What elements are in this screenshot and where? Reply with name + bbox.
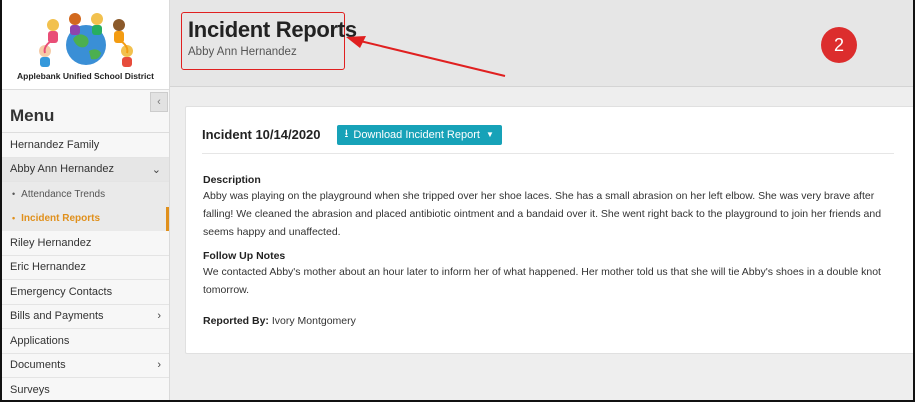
- reported-by-label: Reported By:: [203, 315, 269, 327]
- sidebar-item-label: Bills and Payments: [10, 310, 104, 323]
- menu-list: Hernandez Family Abby Ann Hernandez ⌄ • A…: [2, 132, 169, 400]
- menu-title: Menu: [10, 106, 55, 125]
- reported-by-name: Ivory Montgomery: [271, 315, 356, 327]
- sidebar-item-abby-ann-hernandez[interactable]: Abby Ann Hernandez ⌄: [2, 157, 169, 182]
- sidebar-item-label: Abby Ann Hernandez: [10, 163, 114, 176]
- sidebar-item-label: Documents: [10, 359, 66, 372]
- description-text: Abby was playing on the playground when …: [203, 190, 882, 238]
- sidebar: Applebank Unified School District ‹ Menu…: [2, 0, 170, 400]
- sidebar-item-documents[interactable]: Documents ›: [2, 354, 169, 378]
- sidebar-item-label: Applications: [10, 334, 70, 347]
- incident-title: Incident 10/14/2020: [202, 127, 321, 142]
- sidebar-collapse-button[interactable]: ‹: [150, 92, 168, 112]
- page-subtitle: Abby Ann Hernandez: [188, 46, 297, 58]
- chevron-down-icon: ⌄: [151, 163, 161, 176]
- sidebar-item-riley-hernandez[interactable]: Riley Hernandez: [2, 231, 169, 256]
- follow-up-section: Follow Up Notes We contacted Abby's moth…: [203, 249, 894, 299]
- bullet-icon: •: [12, 213, 16, 224]
- sidebar-item-incident-reports[interactable]: • Incident Reports: [2, 206, 169, 231]
- download-incident-report-button[interactable]: ⭳ Download Incident Report ▼: [336, 124, 502, 145]
- follow-up-text: We contacted Abby's mother about an hour…: [203, 266, 881, 296]
- sidebar-item-applications[interactable]: Applications: [2, 329, 169, 354]
- page-title: Incident Reports: [188, 17, 357, 42]
- sidebar-item-label: Hernandez Family: [10, 138, 100, 151]
- sidebar-item-attendance-trends[interactable]: • Attendance Trends: [2, 182, 169, 207]
- caret-down-icon: ▼: [485, 130, 494, 139]
- sidebar-item-label: Riley Hernandez: [10, 236, 92, 249]
- app-screen: Applebank Unified School District ‹ Menu…: [0, 0, 915, 402]
- chevron-right-icon: ›: [157, 359, 161, 372]
- chevron-right-icon: ›: [157, 310, 161, 323]
- description-label: Description: [203, 174, 261, 186]
- reported-by-section: Reported By: Ivory Montgomery: [203, 312, 894, 330]
- follow-up-label: Follow Up Notes: [203, 250, 286, 262]
- sidebar-item-hernandez-family[interactable]: Hernandez Family: [2, 133, 169, 158]
- sidebar-item-label: Incident Reports: [21, 213, 101, 225]
- sidebar-item-label: Surveys: [10, 383, 50, 396]
- incident-card: Incident 10/14/2020 ⭳ Download Incident …: [185, 106, 913, 354]
- sidebar-item-surveys[interactable]: Surveys: [2, 378, 169, 400]
- district-logo-art: [38, 13, 133, 67]
- sidebar-item-eric-hernandez[interactable]: Eric Hernandez: [2, 256, 169, 280]
- bullet-icon: •: [12, 188, 16, 199]
- sidebar-item-label: Emergency Contacts: [10, 285, 113, 298]
- district-name: Applebank Unified School District: [17, 71, 154, 81]
- sidebar-item-label: Eric Hernandez: [10, 261, 86, 274]
- step-number-badge: 2: [821, 27, 857, 63]
- description-section: Description Abby was playing on the play…: [203, 173, 894, 241]
- download-button-label: Download Incident Report: [353, 128, 480, 141]
- sidebar-item-emergency-contacts[interactable]: Emergency Contacts: [2, 280, 169, 305]
- district-logo[interactable]: Applebank Unified School District: [2, 0, 169, 90]
- incident-card-header: Incident 10/14/2020 ⭳ Download Incident …: [202, 124, 894, 154]
- page-title-highlight: Incident Reports Abby Ann Hernandez: [181, 12, 357, 70]
- download-icon: ⭳: [344, 128, 349, 140]
- sidebar-item-label: Attendance Trends: [21, 188, 106, 200]
- page-header: Incident Reports Abby Ann Hernandez 2: [170, 0, 913, 87]
- sidebar-item-bills-and-payments[interactable]: Bills and Payments ›: [2, 305, 169, 329]
